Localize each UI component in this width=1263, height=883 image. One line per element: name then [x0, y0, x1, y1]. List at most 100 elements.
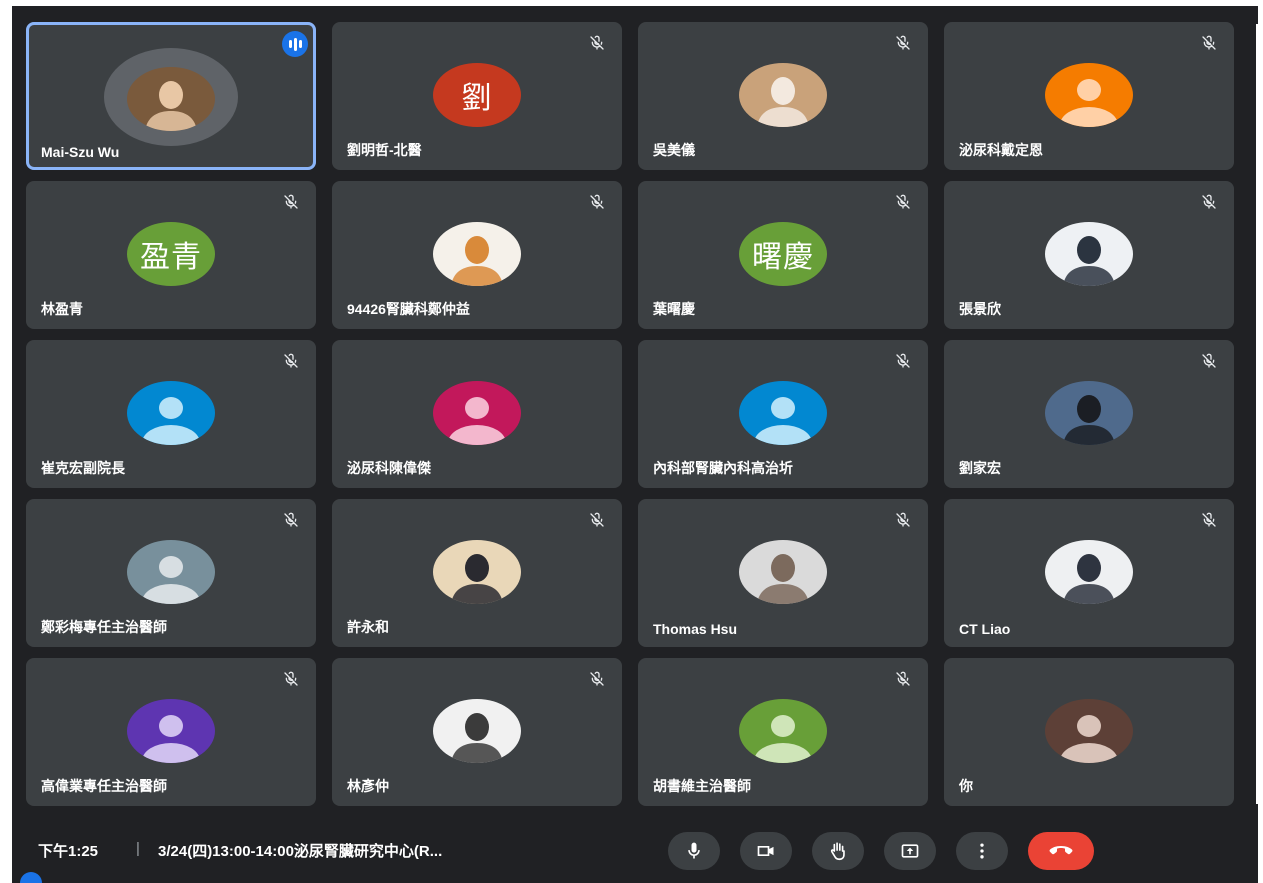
participant-tile[interactable]: 泌尿科戴定恩 — [944, 22, 1234, 170]
participant-name: 葉曙慶 — [653, 301, 695, 317]
person-icon — [1045, 63, 1133, 127]
participant-name: 泌尿科戴定恩 — [959, 142, 1043, 158]
more-vert-icon — [980, 843, 984, 859]
participant-tile[interactable]: 張景欣 — [944, 181, 1234, 329]
participant-tile[interactable]: 內科部腎臟內科高治圻 — [638, 340, 928, 488]
participant-tile[interactable]: 吳美儀 — [638, 22, 928, 170]
present-icon — [901, 844, 919, 858]
avatar — [433, 381, 521, 445]
participant-tile[interactable]: 高偉業專任主治醫師 — [26, 658, 316, 806]
avatar — [739, 63, 827, 127]
avatar — [127, 67, 215, 131]
hangup-icon — [1049, 846, 1073, 855]
participant-tile[interactable]: 鄭彩梅專任主治醫師 — [26, 499, 316, 647]
profile-photo — [451, 713, 503, 763]
person-icon — [433, 381, 521, 445]
person-icon — [1045, 699, 1133, 763]
profile-photo — [1063, 236, 1115, 286]
mic-off-icon — [280, 350, 302, 372]
participant-name: 張景欣 — [959, 301, 1001, 317]
camera-button[interactable] — [740, 832, 792, 870]
person-icon — [739, 699, 827, 763]
avatar — [1045, 540, 1133, 604]
avatar-initials: 盈青 — [140, 240, 202, 275]
mic-off-icon — [1198, 350, 1220, 372]
leave-call-button[interactable] — [1028, 832, 1094, 870]
participant-name: 林盈青 — [41, 301, 83, 317]
participant-tile[interactable]: Mai-Szu Wu — [26, 22, 316, 170]
mic-off-icon — [1198, 32, 1220, 54]
avatar — [1045, 699, 1133, 763]
avatar — [1045, 63, 1133, 127]
profile-photo — [1063, 554, 1115, 604]
avatar — [433, 699, 521, 763]
participant-name: 劉家宏 — [959, 460, 1001, 476]
participant-tile[interactable]: Thomas Hsu — [638, 499, 928, 647]
mic-off-icon — [892, 191, 914, 213]
mic-off-icon — [892, 509, 914, 531]
avatar: 曙慶 — [739, 222, 827, 286]
meeting-stage: Mai-Szu Wu 劉劉明哲-北醫吳美儀 泌尿科戴定恩盈青林盈青 94426腎臟科鄭… — [12, 6, 1258, 883]
avatar — [127, 381, 215, 445]
more-options-button[interactable] — [956, 832, 1008, 870]
profile-photo — [451, 554, 503, 604]
mic-icon — [688, 842, 700, 859]
participant-tile[interactable]: 曙慶葉曙慶 — [638, 181, 928, 329]
profile-photo — [145, 81, 197, 131]
avatar: 盈青 — [127, 222, 215, 286]
avatar — [127, 699, 215, 763]
mic-off-icon — [586, 191, 608, 213]
participant-tile[interactable]: 崔克宏副院長 — [26, 340, 316, 488]
person-icon — [127, 540, 215, 604]
participant-grid: Mai-Szu Wu 劉劉明哲-北醫吳美儀 泌尿科戴定恩盈青林盈青 94426腎臟科鄭… — [26, 22, 1234, 806]
avatar — [1045, 381, 1133, 445]
person-icon — [739, 381, 827, 445]
mic-off-icon — [280, 509, 302, 531]
avatar — [433, 540, 521, 604]
participant-tile[interactable]: CT Liao — [944, 499, 1234, 647]
avatar — [739, 699, 827, 763]
raise-hand-button[interactable] — [812, 832, 864, 870]
profile-photo — [757, 77, 809, 127]
participant-tile[interactable]: 泌尿科陳偉傑 — [332, 340, 622, 488]
mic-off-icon — [892, 32, 914, 54]
participant-tile[interactable]: 胡書維主治醫師 — [638, 658, 928, 806]
participant-tile[interactable]: 你 — [944, 658, 1234, 806]
meeting-time: 下午1:25 — [38, 843, 99, 860]
avatar: 劉 — [433, 63, 521, 127]
avatar — [739, 540, 827, 604]
scrollbar[interactable] — [1256, 24, 1263, 804]
mic-off-icon — [892, 350, 914, 372]
avatar-initials: 曙慶 — [752, 240, 814, 275]
present-screen-button[interactable] — [884, 832, 936, 870]
participant-tile[interactable]: 林彥仲 — [332, 658, 622, 806]
participant-name: 94426腎臟科鄭仲益 — [347, 301, 470, 317]
participant-name: 你 — [959, 778, 973, 794]
participant-name: 吳美儀 — [653, 142, 695, 158]
profile-photo — [451, 236, 503, 286]
mic-off-icon — [280, 668, 302, 690]
avatar — [1045, 222, 1133, 286]
mic-off-icon — [586, 668, 608, 690]
bottom-bar: 下午1:25 | 3/24(四)13:00-14:00泌尿腎臟研究中心(R... — [12, 820, 1258, 883]
speaking-indicator-icon — [282, 31, 308, 57]
avatar — [433, 222, 521, 286]
person-icon — [127, 699, 215, 763]
participant-name: 泌尿科陳偉傑 — [347, 460, 431, 476]
participant-name: 鄭彩梅專任主治醫師 — [41, 619, 167, 635]
participant-name: 崔克宏副院長 — [41, 460, 125, 476]
mic-off-icon — [1198, 509, 1220, 531]
participant-name: 胡書維主治醫師 — [653, 778, 751, 794]
participant-tile[interactable]: 劉家宏 — [944, 340, 1234, 488]
mic-off-icon — [1198, 191, 1220, 213]
meeting-title[interactable]: 3/24(四)13:00-14:00泌尿腎臟研究中心(R... — [158, 840, 442, 861]
participant-tile[interactable]: 許永和 — [332, 499, 622, 647]
microphone-button[interactable] — [668, 832, 720, 870]
mic-off-icon — [892, 668, 914, 690]
participant-tile[interactable]: 劉劉明哲-北醫 — [332, 22, 622, 170]
participant-tile[interactable]: 盈青林盈青 — [26, 181, 316, 329]
profile-photo — [757, 554, 809, 604]
participant-tile[interactable]: 94426腎臟科鄭仲益 — [332, 181, 622, 329]
avatar-initials: 劉 — [461, 81, 493, 116]
mic-off-icon — [586, 32, 608, 54]
